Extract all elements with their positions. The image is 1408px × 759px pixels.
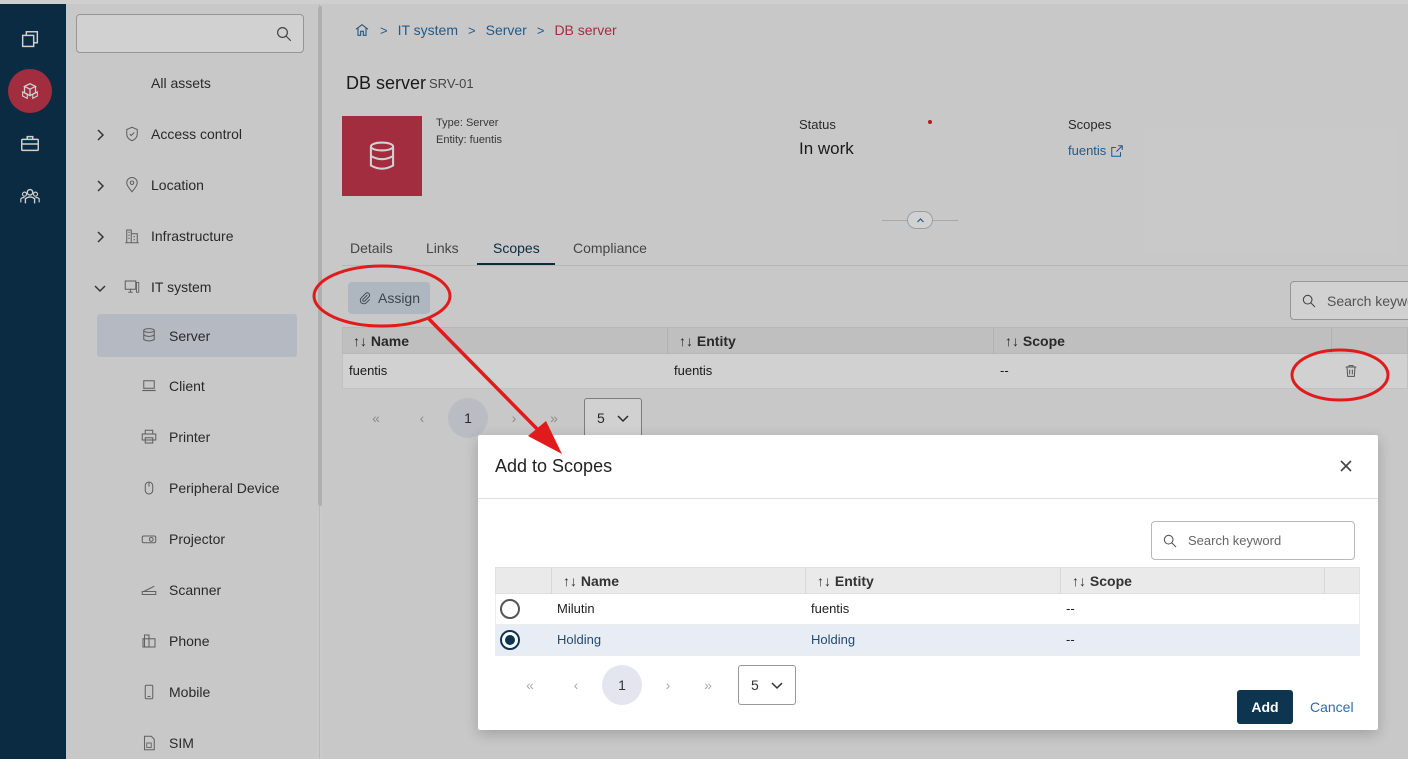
cell-name: Milutin	[557, 601, 595, 616]
dialog-search-input[interactable]: Search keyword	[1151, 521, 1355, 560]
page-size-value: 5	[751, 677, 759, 693]
cell-entity: Holding	[811, 632, 856, 647]
row-radio[interactable]	[500, 599, 520, 619]
table-row[interactable]: Milutin fuentis --	[495, 594, 1360, 625]
dialog-title: Add to Scopes	[495, 456, 613, 476]
prev-page-button[interactable]: ‹	[556, 677, 596, 693]
page-size-select[interactable]: 5	[738, 665, 796, 705]
next-page-button[interactable]: ›	[648, 677, 688, 693]
last-page-button[interactable]: »	[688, 677, 728, 693]
column-label: Name	[580, 573, 620, 589]
current-page[interactable]: 1	[602, 665, 642, 705]
dialog-divider	[478, 498, 1378, 499]
column-header-scope[interactable]: ↑↓ Scope	[1072, 573, 1132, 589]
table-row-selected[interactable]: Holding Holding --	[495, 625, 1360, 656]
cell-entity: fuentis	[811, 601, 850, 616]
top-border	[0, 0, 1408, 4]
column-header-name[interactable]: ↑↓ Name	[563, 573, 619, 589]
column-divider	[1324, 568, 1325, 595]
cell-name: Holding	[557, 632, 602, 647]
column-label: Entity	[834, 573, 874, 589]
chevron-down-icon	[771, 682, 783, 690]
dialog-search-placeholder: Search keyword	[1188, 533, 1282, 548]
column-divider	[805, 568, 806, 595]
cell-scope: --	[1066, 601, 1075, 616]
column-divider	[1060, 568, 1061, 595]
table-header: ↑↓ Name ↑↓ Entity ↑↓ Scope	[495, 567, 1360, 595]
column-label: Scope	[1089, 573, 1132, 589]
search-icon	[1163, 534, 1177, 547]
cell-scope: --	[1066, 632, 1075, 647]
cancel-button[interactable]: Cancel	[1310, 699, 1354, 715]
column-divider	[551, 568, 552, 595]
dialog-pagination: « ‹ 1 › » 5	[510, 665, 796, 705]
close-icon[interactable]	[1338, 458, 1354, 474]
first-page-button[interactable]: «	[510, 677, 550, 693]
dialog-scopes-table: ↑↓ Name ↑↓ Entity ↑↓ Scope Milutin fuent…	[495, 567, 1360, 656]
row-radio-checked[interactable]	[500, 630, 520, 650]
column-header-entity[interactable]: ↑↓ Entity	[817, 573, 874, 589]
add-to-scopes-dialog: Add to Scopes Search keyword ↑↓ Name ↑↓ …	[478, 435, 1378, 730]
add-button[interactable]: Add	[1237, 690, 1293, 724]
